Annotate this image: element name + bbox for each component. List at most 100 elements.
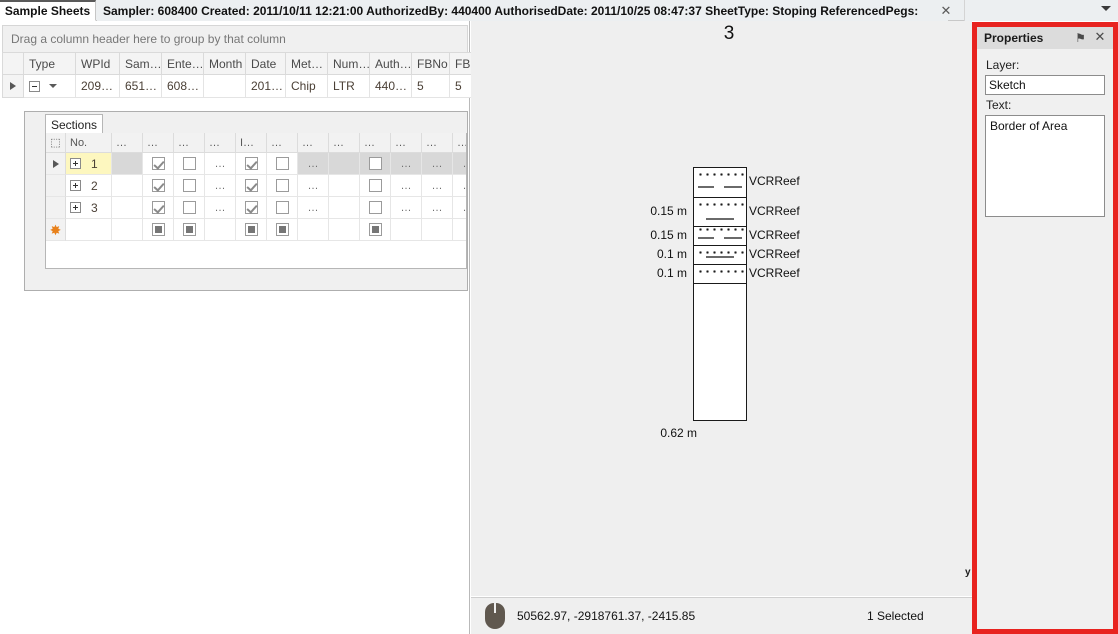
- checkbox[interactable]: [152, 201, 165, 214]
- sections-new-cell[interactable]: [236, 219, 267, 241]
- chevron-down-icon[interactable]: [1101, 6, 1111, 11]
- sections-cell-truncated[interactable]: …: [453, 153, 467, 175]
- sections-new-cell[interactable]: [112, 219, 143, 241]
- tab-sections[interactable]: Sections: [45, 114, 103, 134]
- sections-cell[interactable]: [112, 153, 143, 175]
- section-column-diagram[interactable]: [693, 167, 747, 421]
- sections-cell[interactable]: [360, 175, 391, 197]
- checkbox[interactable]: [245, 157, 258, 170]
- sections-new-cell[interactable]: [66, 219, 112, 241]
- column-header-type[interactable]: Type: [24, 52, 76, 75]
- checkbox[interactable]: [369, 157, 382, 170]
- tab-sheet-detail[interactable]: Sampler: 608400 Created: 2011/10/11 12:2…: [97, 0, 948, 21]
- column-header-date[interactable]: Date: [246, 52, 286, 75]
- cell-sam[interactable]: 651…: [120, 75, 162, 98]
- checkbox[interactable]: [276, 201, 289, 214]
- reef-layer-segment[interactable]: [694, 198, 746, 227]
- cell-met[interactable]: Chip: [286, 75, 328, 98]
- cell-date[interactable]: 201…: [246, 75, 286, 98]
- sections-cell[interactable]: [112, 197, 143, 219]
- sections-column-header-7[interactable]: …: [267, 133, 298, 153]
- column-header-auth[interactable]: Auth…: [370, 52, 412, 75]
- sections-column-header-12[interactable]: …: [422, 133, 453, 153]
- cell-ente[interactable]: 608…: [162, 75, 204, 98]
- sections-column-header-1[interactable]: No.: [66, 133, 112, 153]
- sections-new-cell[interactable]: [453, 219, 467, 241]
- sections-cell[interactable]: [236, 175, 267, 197]
- row-expand-icon[interactable]: [29, 81, 40, 92]
- layer-field[interactable]: Sketch: [985, 75, 1105, 95]
- section-expand-icon[interactable]: [70, 180, 81, 191]
- sections-cell[interactable]: [143, 175, 174, 197]
- sections-cell[interactable]: [329, 153, 360, 175]
- sections-cell-truncated[interactable]: …: [453, 197, 467, 219]
- group-by-drop-area[interactable]: Drag a column header here to group by th…: [2, 25, 468, 52]
- close-icon[interactable]: ✕: [1093, 30, 1107, 45]
- checkbox[interactable]: [369, 179, 382, 192]
- sections-cell-truncated[interactable]: …: [205, 175, 236, 197]
- sections-row-indicator[interactable]: [46, 153, 66, 175]
- cell-wpid[interactable]: 209…: [76, 75, 120, 98]
- column-header-fbno[interactable]: FBNo: [412, 52, 450, 75]
- sections-cell[interactable]: [174, 197, 205, 219]
- checkbox[interactable]: [183, 201, 196, 214]
- sections-cell[interactable]: [267, 197, 298, 219]
- checkbox-indeterminate[interactable]: [183, 223, 196, 236]
- sections-cell[interactable]: [329, 197, 360, 219]
- sections-cell[interactable]: [174, 175, 205, 197]
- close-icon[interactable]: ✕: [938, 3, 954, 19]
- sections-column-header-0[interactable]: ⬚: [46, 133, 66, 153]
- sections-cell[interactable]: [329, 175, 360, 197]
- sections-cell[interactable]: [174, 153, 205, 175]
- pin-icon[interactable]: ⚑: [1074, 31, 1087, 45]
- sections-cell[interactable]: [236, 153, 267, 175]
- checkbox[interactable]: [245, 179, 258, 192]
- column-header-ente[interactable]: Ente…: [162, 52, 204, 75]
- sections-new-cell[interactable]: [205, 219, 236, 241]
- sections-column-header-13[interactable]: …: [453, 133, 467, 153]
- checkbox-indeterminate[interactable]: [245, 223, 258, 236]
- sections-column-header-3[interactable]: …: [143, 133, 174, 153]
- graphics-viewport[interactable]: 3 VCRReefVCRReef0.15 mVCRReef0.15 mVCRRe…: [471, 21, 972, 596]
- checkbox[interactable]: [276, 179, 289, 192]
- sections-new-cell[interactable]: [298, 219, 329, 241]
- sections-column-header-10[interactable]: …: [360, 133, 391, 153]
- sections-new-cell[interactable]: [143, 219, 174, 241]
- sections-column-header-8[interactable]: …: [298, 133, 329, 153]
- sections-new-cell[interactable]: [422, 219, 453, 241]
- cell-month[interactable]: [204, 75, 246, 98]
- sections-cell[interactable]: [236, 197, 267, 219]
- sections-cell[interactable]: [143, 197, 174, 219]
- sections-cell[interactable]: [360, 197, 391, 219]
- sections-cell-truncated[interactable]: …: [205, 197, 236, 219]
- sections-cell-truncated[interactable]: …: [391, 153, 422, 175]
- checkbox-indeterminate[interactable]: [369, 223, 382, 236]
- column-header-num[interactable]: Num…: [328, 52, 370, 75]
- checkbox[interactable]: [183, 179, 196, 192]
- sections-cell-truncated[interactable]: …: [391, 197, 422, 219]
- reef-layer-segment[interactable]: [694, 227, 746, 246]
- sections-cell-truncated[interactable]: …: [298, 153, 329, 175]
- sections-cell[interactable]: [360, 153, 391, 175]
- sections-new-cell[interactable]: [391, 219, 422, 241]
- sections-column-header-11[interactable]: …: [391, 133, 422, 153]
- sections-new-cell[interactable]: [360, 219, 391, 241]
- sections-row-indicator[interactable]: [46, 197, 66, 219]
- row-indicator[interactable]: [2, 75, 24, 98]
- checkbox-indeterminate[interactable]: [276, 223, 289, 236]
- checkbox[interactable]: [183, 157, 196, 170]
- section-expand-icon[interactable]: [70, 158, 81, 169]
- checkbox-indeterminate[interactable]: [152, 223, 165, 236]
- sections-cell[interactable]: [112, 175, 143, 197]
- sections-cell[interactable]: [267, 175, 298, 197]
- sections-new-row[interactable]: ✸: [46, 219, 466, 241]
- sections-cell-truncated[interactable]: …: [205, 153, 236, 175]
- section-expand-icon[interactable]: [70, 202, 81, 213]
- checkbox[interactable]: [276, 157, 289, 170]
- sections-column-header-2[interactable]: …: [112, 133, 143, 153]
- sections-column-header-6[interactable]: I…: [236, 133, 267, 153]
- sections-cell[interactable]: 1: [66, 153, 112, 175]
- sections-cell[interactable]: 3: [66, 197, 112, 219]
- sections-row[interactable]: 3………………………: [46, 197, 466, 219]
- reef-layer-segment[interactable]: [694, 246, 746, 265]
